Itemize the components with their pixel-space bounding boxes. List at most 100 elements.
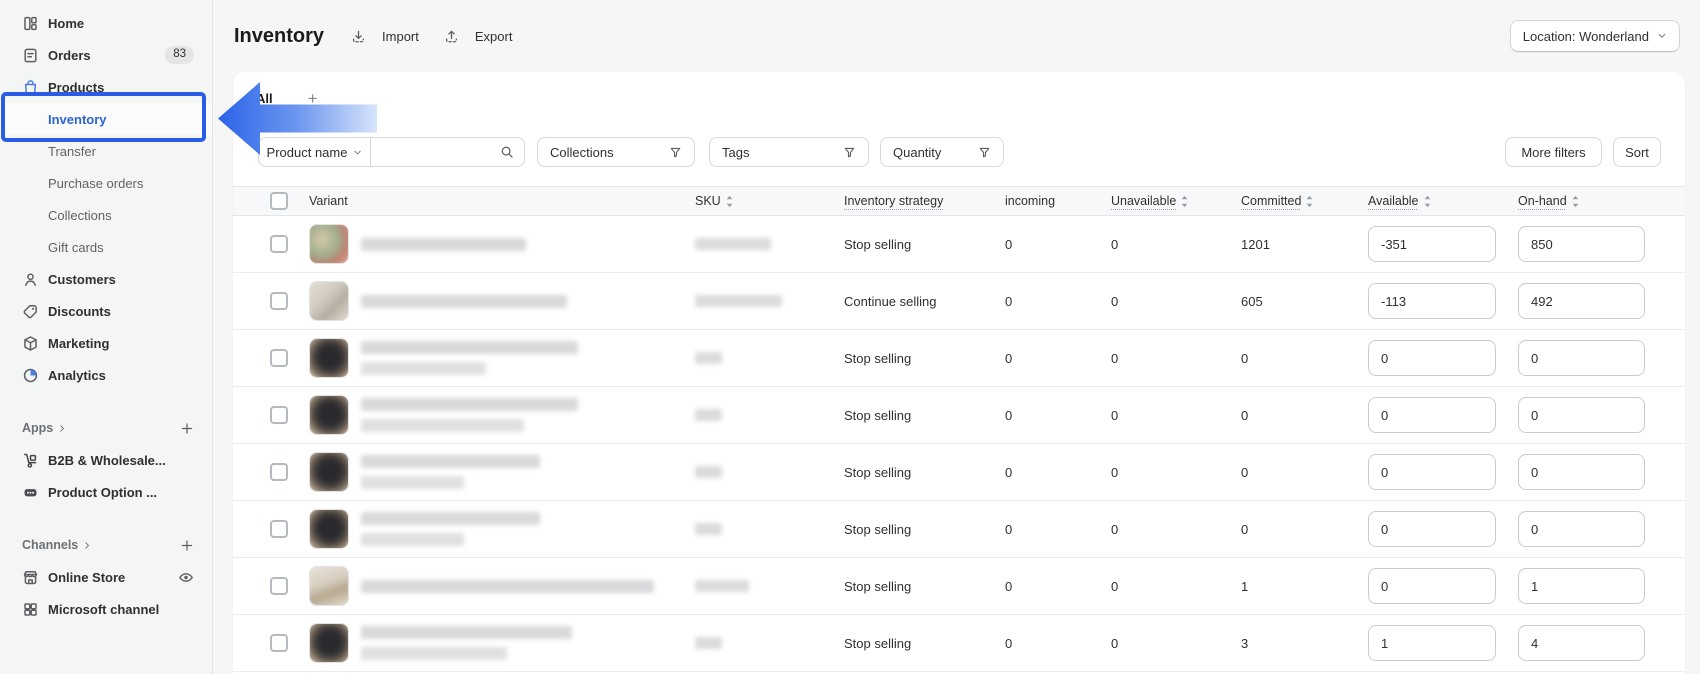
unavailable-cell: 0 (1111, 636, 1241, 651)
sidebar-item-microsoft-channel[interactable]: Microsoft channel (0, 593, 212, 625)
row-checkbox[interactable] (270, 463, 288, 481)
available-input[interactable] (1368, 625, 1496, 661)
available-input[interactable] (1368, 226, 1496, 262)
available-input[interactable] (1368, 568, 1496, 604)
chevron-down-icon (353, 148, 362, 157)
row-checkbox-cell (270, 406, 309, 424)
available-input[interactable] (1368, 511, 1496, 547)
column-header-unavailable[interactable]: Unavailable (1111, 194, 1241, 208)
on-hand-cell (1518, 454, 1685, 490)
eye-icon[interactable] (178, 569, 194, 585)
sidebar-item-gift-cards[interactable]: Gift cards (0, 231, 212, 263)
committed-cell: 605 (1241, 294, 1368, 309)
add-channels-icon[interactable] (180, 538, 194, 552)
select-all-checkbox[interactable] (270, 192, 288, 210)
sidebar-section-apps[interactable]: Apps (0, 412, 212, 444)
sidebar-item-products[interactable]: Products (0, 71, 212, 103)
on-hand-input[interactable] (1518, 511, 1645, 547)
b2b-icon (22, 452, 39, 469)
tab-all[interactable]: All (256, 91, 273, 106)
column-header-on-hand[interactable]: On-hand (1518, 194, 1685, 208)
export-button[interactable]: Export (443, 28, 513, 45)
variant-thumbnail[interactable] (309, 509, 349, 549)
variant-thumbnail[interactable] (309, 338, 349, 378)
row-checkbox[interactable] (270, 235, 288, 253)
on-hand-input[interactable] (1518, 340, 1645, 376)
committed-cell: 0 (1241, 351, 1368, 366)
collections-filter[interactable]: Collections (537, 137, 695, 167)
sidebar-item-customers[interactable]: Customers (0, 263, 212, 295)
column-header-sku[interactable]: SKU (695, 194, 844, 208)
on-hand-input[interactable] (1518, 454, 1645, 490)
sort-icon[interactable] (1180, 195, 1189, 208)
available-cell (1368, 397, 1518, 433)
microsoft-icon (22, 601, 39, 618)
location-selector[interactable]: Location: Wonderland (1510, 20, 1680, 52)
header-checkbox-cell (270, 192, 309, 210)
sidebar-item-online-store[interactable]: Online Store (0, 561, 212, 593)
sidebar-item-marketing[interactable]: Marketing (0, 327, 212, 359)
row-checkbox[interactable] (270, 634, 288, 652)
inventory-strategy-cell: Stop selling (844, 408, 1005, 423)
table-row: Continue selling00605 (233, 273, 1685, 330)
available-input[interactable] (1368, 340, 1496, 376)
available-input[interactable] (1368, 283, 1496, 319)
sort-icon[interactable] (1571, 195, 1580, 208)
sidebar-item-transfer[interactable]: Transfer (0, 135, 212, 167)
import-button[interactable]: Import (350, 28, 419, 45)
variant-cell (309, 509, 695, 549)
sidebar-item-label: B2B & Wholesale... (48, 453, 166, 468)
sidebar-item-analytics[interactable]: Analytics (0, 359, 212, 391)
sidebar-item-home[interactable]: Home (0, 7, 212, 39)
sort-icon[interactable] (725, 195, 734, 208)
row-checkbox-cell (270, 520, 309, 538)
add-apps-icon[interactable] (180, 421, 194, 435)
redacted-text (695, 466, 722, 478)
column-header-committed[interactable]: Committed (1241, 194, 1368, 208)
sidebar-section-channels[interactable]: Channels (0, 529, 212, 561)
variant-thumbnail[interactable] (309, 395, 349, 435)
sidebar-item-product-option[interactable]: Product Option ... (0, 476, 212, 508)
on-hand-input[interactable] (1518, 226, 1645, 262)
sidebar-item-inventory[interactable]: Inventory (0, 103, 212, 135)
variant-thumbnail[interactable] (309, 623, 349, 663)
incoming-cell: 0 (1005, 351, 1111, 366)
on-hand-input[interactable] (1518, 625, 1645, 661)
sidebar-item-orders[interactable]: Orders83 (0, 39, 212, 71)
row-checkbox[interactable] (270, 292, 288, 310)
column-header-variant: Variant (309, 194, 695, 208)
sort-icon[interactable] (1423, 195, 1432, 208)
sort-button[interactable]: Sort (1613, 137, 1661, 167)
quantity-filter[interactable]: Quantity (880, 137, 1004, 167)
variant-thumbnail[interactable] (309, 566, 349, 606)
available-input[interactable] (1368, 397, 1496, 433)
variant-thumbnail[interactable] (309, 452, 349, 492)
row-checkbox[interactable] (270, 349, 288, 367)
more-filters-button[interactable]: More filters (1505, 137, 1602, 167)
sidebar-item-discounts[interactable]: Discounts (0, 295, 212, 327)
row-checkbox[interactable] (270, 577, 288, 595)
search-input[interactable] (381, 145, 500, 160)
available-cell (1368, 283, 1518, 319)
add-tab-button[interactable]: + (308, 90, 318, 107)
sidebar-item-label: Customers (48, 272, 116, 287)
on-hand-input[interactable] (1518, 283, 1645, 319)
variant-thumbnail[interactable] (309, 224, 349, 264)
on-hand-input[interactable] (1518, 568, 1645, 604)
search-field-selector[interactable]: Product name (259, 138, 371, 166)
available-input[interactable] (1368, 454, 1496, 490)
sort-icon[interactable] (1305, 195, 1314, 208)
sidebar-item-purchase-orders[interactable]: Purchase orders (0, 167, 212, 199)
column-header-available[interactable]: Available (1368, 194, 1518, 208)
row-checkbox[interactable] (270, 520, 288, 538)
on-hand-input[interactable] (1518, 397, 1645, 433)
committed-cell: 1201 (1241, 237, 1368, 252)
tags-filter[interactable]: Tags (709, 137, 869, 167)
column-header-label: Inventory strategy (844, 194, 943, 208)
row-checkbox[interactable] (270, 406, 288, 424)
unavailable-cell: 0 (1111, 294, 1241, 309)
variant-thumbnail[interactable] (309, 281, 349, 321)
committed-cell: 3 (1241, 636, 1368, 651)
sidebar-item-b2b-wholesale[interactable]: B2B & Wholesale... (0, 444, 212, 476)
sidebar-item-collections[interactable]: Collections (0, 199, 212, 231)
